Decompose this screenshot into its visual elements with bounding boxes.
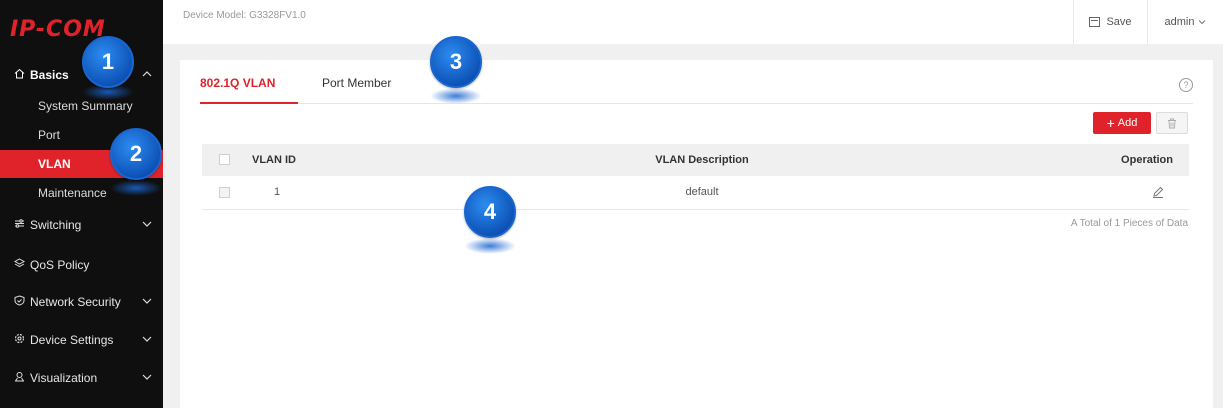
save-button[interactable]: Save — [1073, 0, 1147, 44]
shield-icon — [12, 295, 26, 309]
user-menu[interactable]: admin — [1147, 0, 1223, 44]
header-vlan-id: VLAN ID — [252, 154, 296, 166]
callout-shadow — [110, 180, 162, 196]
chevron-down-icon — [142, 221, 152, 227]
sidebar-group-switching[interactable]: Switching — [0, 210, 163, 240]
sliders-icon — [12, 218, 26, 232]
cell-vlan-id: 1 — [274, 186, 281, 198]
sidebar-group-qos-policy[interactable]: QoS Policy — [0, 250, 163, 280]
total-count-text: A Total of 1 Pieces of Data — [1070, 218, 1188, 229]
layers-icon — [12, 258, 26, 272]
sidebar-item-system-summary[interactable]: System Summary — [0, 92, 163, 120]
header-vlan-description: VLAN Description — [655, 154, 749, 166]
callout-shadow — [430, 88, 482, 104]
sidebar-group-visualization[interactable]: Visualization — [0, 363, 163, 393]
gear-icon — [12, 333, 26, 347]
cell-vlan-description: default — [685, 186, 719, 198]
trash-icon — [1168, 118, 1176, 128]
chevron-down-icon — [142, 336, 152, 342]
callout-badge-1: 1 — [82, 36, 134, 88]
sidebar-group-network-security[interactable]: Network Security — [0, 287, 163, 317]
device-model-text: Device Model: G3328FV1.0 — [183, 10, 306, 21]
vlan-panel: 802.1Q VLAN Port Member ? + Add VLAN ID … — [180, 60, 1213, 408]
active-tab-indicator — [200, 102, 298, 104]
chart-icon — [12, 371, 26, 385]
chevron-up-icon — [142, 71, 152, 77]
help-icon[interactable]: ? — [1179, 78, 1193, 92]
add-button[interactable]: + Add — [1093, 112, 1151, 134]
edit-icon[interactable] — [1151, 185, 1165, 199]
tabs-divider — [200, 103, 1193, 104]
table-header: VLAN ID VLAN Description Operation — [202, 144, 1189, 176]
sidebar-group-device-settings[interactable]: Device Settings — [0, 325, 163, 355]
callout-badge-4: 4 — [464, 186, 516, 238]
home-icon — [12, 68, 26, 82]
callout-badge-2: 2 — [110, 128, 162, 180]
delete-button[interactable] — [1156, 112, 1188, 134]
chevron-down-icon — [142, 374, 152, 380]
header-operation: Operation — [1121, 154, 1173, 166]
sidebar-group-label: Basics — [30, 68, 69, 82]
chevron-down-icon — [142, 298, 152, 304]
select-all-checkbox[interactable] — [219, 154, 230, 165]
table-row: 1 default — [202, 176, 1189, 210]
row-checkbox[interactable] — [219, 187, 230, 198]
brand-logo: IP-COM — [10, 16, 106, 42]
top-bar: Device Model: G3328FV1.0 Save admin — [163, 0, 1223, 44]
chevron-down-icon — [1199, 20, 1206, 25]
callout-badge-3: 3 — [430, 36, 482, 88]
save-icon — [1089, 17, 1101, 27]
tab-8021q-vlan[interactable]: 802.1Q VLAN — [200, 76, 275, 104]
plus-icon: + — [1106, 115, 1115, 131]
tab-port-member[interactable]: Port Member — [322, 76, 391, 104]
callout-shadow — [464, 238, 516, 254]
